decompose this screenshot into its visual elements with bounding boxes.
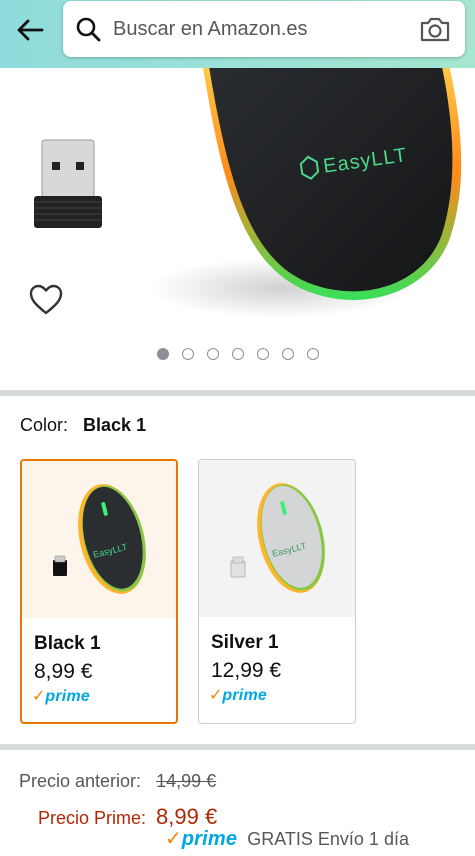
prime-check-icon: ✓: [32, 688, 46, 705]
prime-logo-text: prime: [222, 687, 267, 704]
prime-logo-text: prime: [181, 828, 238, 850]
section-divider: [0, 390, 475, 396]
prime-check-icon: ✓: [165, 828, 182, 850]
product-mouse-image: EasyLLT: [150, 68, 462, 318]
image-pagination-dots: [0, 348, 475, 360]
previous-price-label: Precio anterior:: [19, 771, 142, 791]
wishlist-heart-icon[interactable]: [28, 282, 64, 318]
color-label: Color:: [20, 415, 69, 435]
pagination-dot[interactable]: [256, 348, 269, 360]
variant-name: Black 1: [34, 633, 101, 654]
back-button[interactable]: [12, 12, 48, 48]
pagination-dot[interactable]: [206, 348, 219, 360]
color-selection-label: Color: Black 1: [20, 415, 146, 436]
previous-price-value: 14,99 €: [156, 771, 217, 791]
prime-logo-text: prime: [45, 688, 90, 705]
variant-price: 12,99 €: [211, 659, 282, 682]
variant-image: EasyLLT: [22, 461, 176, 618]
prime-price-label: Precio Prime:: [38, 808, 147, 828]
variant-option-silver[interactable]: EasyLLT Silver 1 12,99 € ✓ prime: [198, 459, 356, 724]
shipping-text: GRATIS Envío 1 día: [247, 829, 409, 849]
pagination-dot[interactable]: [156, 348, 169, 360]
shipping-row: ✓ prime GRATIS Envío 1 día: [165, 828, 409, 851]
product-image-gallery[interactable]: EasyLLT: [0, 68, 475, 390]
variant-name: Silver 1: [211, 632, 279, 653]
previous-price-row: Precio anterior: 14,99 €: [19, 771, 216, 792]
prime-badge: ✓ prime: [209, 687, 267, 705]
selected-color-value: Black 1: [83, 415, 147, 435]
variant-image: EasyLLT: [199, 460, 355, 617]
section-divider: [0, 744, 475, 750]
camera-icon[interactable]: [419, 14, 451, 44]
back-arrow-icon: [17, 19, 44, 41]
top-search-bar: [0, 0, 475, 68]
prime-price-value: 8,99 €: [156, 804, 218, 829]
pagination-dot[interactable]: [231, 348, 244, 360]
usb-receiver-image: [34, 139, 102, 228]
prime-check-icon: ✓: [209, 687, 223, 704]
variant-price: 8,99 €: [34, 660, 93, 683]
search-icon: [76, 17, 101, 42]
variant-option-black[interactable]: EasyLLT Black 1 8,99 € ✓ prime: [20, 459, 178, 724]
search-input[interactable]: [113, 13, 403, 45]
pagination-dot[interactable]: [281, 348, 294, 360]
search-box[interactable]: [63, 1, 465, 57]
pagination-dot[interactable]: [181, 348, 194, 360]
prime-price-row: Precio Prime: 8,99 €: [38, 804, 217, 830]
pagination-dot[interactable]: [306, 348, 319, 360]
prime-badge: ✓ prime: [32, 688, 90, 706]
